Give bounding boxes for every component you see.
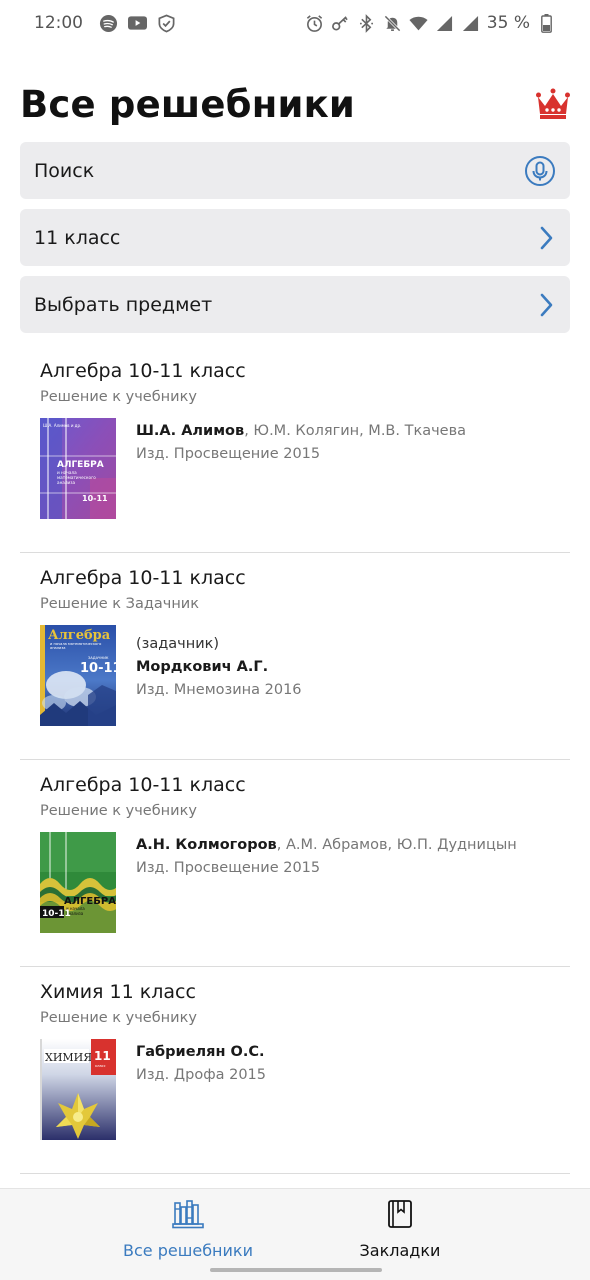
mute-icon bbox=[383, 14, 402, 33]
status-bar: 12:00 35 % bbox=[0, 0, 590, 46]
book-main-author: Ш.А. Алимов bbox=[136, 423, 245, 439]
signal-icon bbox=[461, 14, 480, 33]
book-cover: Алгебра и начала математического анализа… bbox=[40, 625, 116, 726]
book-subtitle: Решение к Задачник bbox=[40, 596, 199, 612]
book-note: (задачник) bbox=[136, 636, 220, 652]
nav-bookmarks[interactable]: Закладки bbox=[300, 1199, 500, 1260]
book-info: А.Н. Колмогоров, А.М. Абрамов, Ю.П. Дудн… bbox=[136, 834, 517, 880]
spotify-icon bbox=[99, 14, 118, 33]
books-icon bbox=[172, 1199, 204, 1233]
svg-text:анализа: анализа bbox=[50, 646, 66, 650]
grade-selector[interactable]: 11 класс bbox=[20, 209, 570, 266]
bottom-navigation: Все решебники Закладки bbox=[0, 1188, 590, 1280]
book-item[interactable]: Алгебра 10-11 класс Решение к учебнику А… bbox=[20, 760, 570, 967]
book-publisher: Изд. Просвещение 2015 bbox=[136, 446, 321, 462]
cover-grade: 10-11 bbox=[80, 661, 116, 676]
book-co-authors: , Ю.М. Колягин, М.В. Ткачева bbox=[244, 423, 467, 439]
home-indicator[interactable] bbox=[210, 1268, 382, 1272]
subject-label: Выбрать предмет bbox=[34, 293, 213, 316]
search-placeholder: Поиск bbox=[34, 159, 95, 182]
book-subtitle: Решение к учебнику bbox=[40, 389, 197, 405]
bluetooth-icon bbox=[357, 13, 376, 33]
book-publisher: Изд. Просвещение 2015 bbox=[136, 860, 321, 876]
key-icon bbox=[331, 14, 350, 33]
crown-icon[interactable] bbox=[536, 88, 570, 120]
book-main-author: А.Н. Колмогоров bbox=[136, 837, 277, 853]
chevron-right-icon bbox=[536, 292, 556, 318]
book-info: (задачник) Мордкович А.Г. Изд. Мнемозина… bbox=[136, 633, 302, 702]
svg-text:Ш.А. Алимов и др.: Ш.А. Алимов и др. bbox=[43, 423, 81, 428]
bookmark-book-icon bbox=[386, 1199, 414, 1233]
book-cover: Ш.А. Алимов и др. АЛГЕБРА и начала матем… bbox=[40, 418, 116, 519]
book-item[interactable]: Химия 11 класс Решение к учебнику ХИМИЯ … bbox=[20, 967, 570, 1174]
header: Все решебники bbox=[20, 82, 570, 130]
book-publisher: Изд. Мнемозина 2016 bbox=[136, 682, 302, 698]
book-info: Габриелян О.С. Изд. Дрофа 2015 bbox=[136, 1041, 266, 1087]
wifi-icon bbox=[409, 14, 428, 33]
chevron-right-icon bbox=[536, 225, 556, 251]
book-subtitle: Решение к учебнику bbox=[40, 803, 197, 819]
cover-grade: 11 bbox=[94, 1049, 111, 1063]
book-cover: АЛГЕБРА и начала анализа 10-11 bbox=[40, 832, 116, 933]
book-subtitle: Решение к учебнику bbox=[40, 1010, 197, 1026]
cover-title: Алгебра bbox=[48, 628, 111, 643]
book-title: Химия 11 класс bbox=[40, 981, 196, 1003]
book-main-author: Габриелян О.С. bbox=[136, 1044, 265, 1060]
nav-all-books-label: Все решебники bbox=[123, 1241, 253, 1260]
svg-text:класс: класс bbox=[95, 1064, 106, 1068]
battery-icon bbox=[537, 13, 556, 33]
shield-icon bbox=[157, 14, 176, 33]
book-list: Алгебра 10-11 класс Решение к учебнику Ш… bbox=[20, 346, 570, 1174]
book-item[interactable]: Алгебра 10-11 класс Решение к Задачник А… bbox=[20, 553, 570, 760]
cover-grade: 10-11 bbox=[82, 494, 108, 503]
cover-title: ХИМИЯ bbox=[45, 1051, 92, 1064]
book-title: Алгебра 10-11 класс bbox=[40, 774, 246, 796]
status-time: 12:00 bbox=[34, 13, 83, 33]
book-co-authors: , А.М. Абрамов, Ю.П. Дудницын bbox=[276, 837, 517, 853]
book-main-author: Мордкович А.Г. bbox=[136, 659, 269, 675]
page-title: Все решебники bbox=[20, 83, 356, 126]
grade-label: 11 класс bbox=[34, 226, 121, 249]
book-cover: ХИМИЯ 11 класс bbox=[40, 1039, 116, 1140]
svg-text:ЗАДАЧНИК: ЗАДАЧНИК bbox=[88, 656, 109, 660]
book-title: Алгебра 10-11 класс bbox=[40, 567, 246, 589]
book-item[interactable]: Алгебра 10-11 класс Решение к учебнику Ш… bbox=[20, 346, 570, 553]
nav-bookmarks-label: Закладки bbox=[359, 1241, 441, 1260]
book-title: Алгебра 10-11 класс bbox=[40, 360, 246, 382]
cover-grade: 10-11 bbox=[42, 909, 71, 919]
subject-selector[interactable]: Выбрать предмет bbox=[20, 276, 570, 333]
microphone-icon[interactable] bbox=[524, 155, 556, 187]
youtube-icon bbox=[128, 14, 147, 33]
cover-title: АЛГЕБРА bbox=[57, 460, 104, 470]
alarm-icon bbox=[305, 14, 324, 33]
book-publisher: Изд. Дрофа 2015 bbox=[136, 1067, 266, 1083]
search-input[interactable]: Поиск bbox=[20, 142, 570, 199]
nav-all-books[interactable]: Все решебники bbox=[88, 1199, 288, 1260]
book-info: Ш.А. Алимов, Ю.М. Колягин, М.В. Ткачева … bbox=[136, 420, 466, 466]
battery-percent: 35 % bbox=[486, 13, 530, 33]
signal-icon bbox=[435, 14, 454, 33]
svg-text:анализа: анализа bbox=[57, 480, 75, 485]
